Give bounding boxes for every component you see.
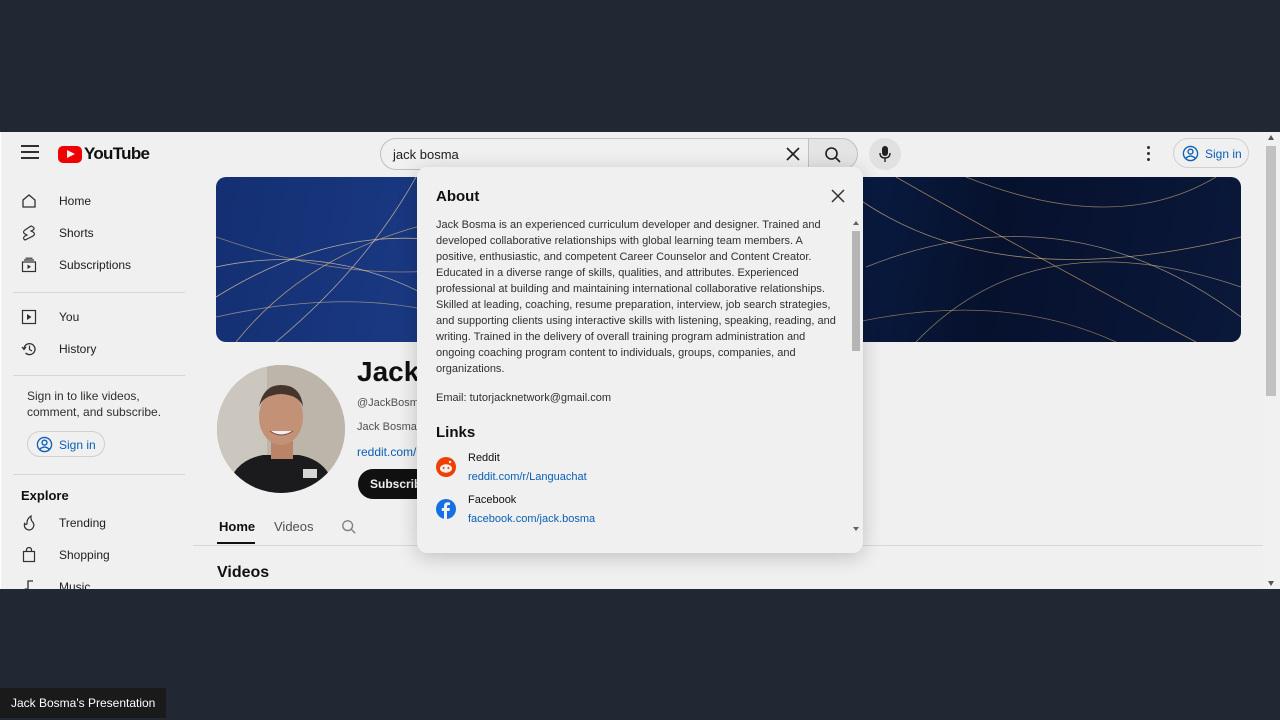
- sidebar-item-label: Subscriptions: [59, 258, 132, 272]
- scroll-down-arrow-icon[interactable]: [1268, 581, 1274, 586]
- sidebar-item-trending[interactable]: Trending: [21, 513, 106, 533]
- link-url-reddit[interactable]: reddit.com/r/Languachat: [468, 471, 587, 483]
- music-icon: [24, 580, 33, 589]
- sidebar-item-label: You: [59, 310, 80, 324]
- close-icon[interactable]: [830, 188, 846, 204]
- sign-in-button[interactable]: Sign in: [1173, 138, 1249, 168]
- more-options-icon[interactable]: [1147, 146, 1151, 164]
- channel-search-icon[interactable]: [341, 519, 357, 535]
- sidebar-sign-in-label: Sign in: [59, 438, 96, 452]
- you-icon: [21, 309, 37, 325]
- search-button[interactable]: [808, 138, 858, 170]
- sidebar-item-label: History: [59, 342, 97, 356]
- tab-videos[interactable]: Videos: [274, 519, 314, 534]
- about-dialog: About Jack Bosma is an experienced curri…: [417, 167, 863, 553]
- sidebar-signin-prompt: Sign in to like videos, comment, and sub…: [27, 389, 162, 419]
- sign-in-label: Sign in: [1205, 147, 1242, 161]
- search-icon: [825, 147, 841, 163]
- channel-name: Jack: [357, 356, 420, 387]
- sidebar-item-label: Shorts: [59, 226, 94, 240]
- about-email: Email: tutorjacknetwork@gmail.com: [436, 392, 611, 404]
- tab-home[interactable]: Home: [219, 519, 255, 534]
- sidebar-item-history[interactable]: History: [21, 339, 96, 359]
- home-icon: [22, 194, 36, 208]
- links-heading: Links: [436, 424, 476, 441]
- account-icon: [1182, 145, 1199, 162]
- scroll-down-arrow-icon[interactable]: [853, 527, 859, 531]
- about-scrollbar[interactable]: [851, 221, 861, 531]
- browser-viewport: YouTube jack bosma Sign in Home Shorts S: [0, 132, 1280, 589]
- sidebar-item-music[interactable]: Music: [21, 577, 90, 589]
- sidebar-item-subscriptions[interactable]: Subscriptions: [21, 255, 131, 275]
- voice-search-button[interactable]: [869, 138, 901, 170]
- sidebar-divider: [13, 292, 185, 293]
- scroll-thumb[interactable]: [852, 231, 860, 351]
- channel-description[interactable]: Jack Bosma: [357, 421, 417, 433]
- sidebar-sign-in-button[interactable]: Sign in: [27, 431, 105, 457]
- explore-heading: Explore: [21, 488, 69, 503]
- sidebar-divider: [13, 375, 185, 376]
- sidebar-item-shopping[interactable]: Shopping: [21, 545, 110, 565]
- link-url-facebook[interactable]: facebook.com/jack.bosma: [468, 513, 595, 525]
- search-input[interactable]: jack bosma: [380, 138, 808, 170]
- link-name-facebook: Facebook: [468, 494, 517, 506]
- scroll-up-arrow-icon[interactable]: [853, 221, 859, 225]
- youtube-logo[interactable]: YouTube: [58, 144, 150, 164]
- shorts-icon: [22, 225, 36, 241]
- about-title: About: [436, 188, 480, 205]
- history-icon: [21, 343, 36, 356]
- avatar-portrait-image: [217, 365, 345, 493]
- reddit-icon: [436, 457, 456, 477]
- clear-search-icon[interactable]: [784, 145, 802, 163]
- sidebar-item-label: Shopping: [59, 548, 110, 562]
- facebook-icon: [436, 499, 456, 519]
- sidebar-item-shorts[interactable]: Shorts: [21, 223, 94, 243]
- scroll-thumb[interactable]: [1266, 146, 1276, 396]
- channel-avatar[interactable]: [217, 365, 345, 493]
- sidebar-item-label: Trending: [59, 516, 106, 530]
- channel-link[interactable]: reddit.com/: [357, 445, 416, 459]
- sidebar-item-label: Music: [59, 580, 91, 589]
- search-query: jack bosma: [393, 147, 459, 162]
- trending-icon: [23, 515, 35, 531]
- account-icon: [36, 436, 53, 453]
- shopping-icon: [22, 547, 36, 563]
- active-tab-indicator: [217, 542, 255, 544]
- sidebar-item-home[interactable]: Home: [21, 191, 91, 211]
- scroll-up-arrow-icon[interactable]: [1268, 135, 1274, 140]
- presentation-caption: Jack Bosma's Presentation: [0, 688, 167, 718]
- about-description: Jack Bosma is an experienced curriculum …: [436, 219, 836, 375]
- page-scrollbar[interactable]: [1263, 132, 1280, 589]
- youtube-play-icon: [58, 145, 82, 163]
- sidebar-divider: [13, 474, 185, 475]
- link-name-reddit: Reddit: [468, 452, 500, 464]
- menu-icon[interactable]: [21, 145, 39, 159]
- channel-handle: @JackBosm: [357, 397, 419, 409]
- sidebar-item-you[interactable]: You: [21, 307, 79, 327]
- sidebar-item-label: Home: [59, 194, 92, 208]
- videos-section-title: Videos: [217, 564, 270, 581]
- subscriptions-icon: [21, 257, 37, 273]
- logo-text: YouTube: [84, 144, 150, 163]
- youtube-page: YouTube jack bosma Sign in Home Shorts S: [1, 132, 1263, 589]
- microphone-icon: [879, 146, 891, 162]
